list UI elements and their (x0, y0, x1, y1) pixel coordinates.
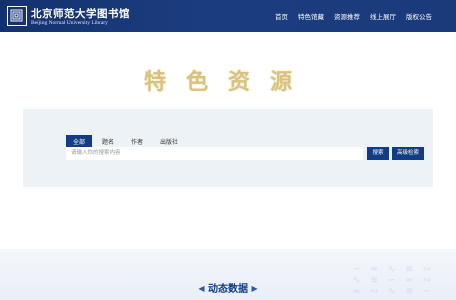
right-decoration-icon: ▶ (251, 284, 258, 293)
left-decoration-icon: ◀ (198, 284, 205, 293)
section-heading: ◀ 动态数据 ▶ (0, 280, 456, 295)
main-nav: 首页 特色馆藏 资源推荐 线上展厅 版权公告 (275, 0, 432, 32)
brand-name-en: Beijing Normal University Library (31, 20, 108, 26)
page-title: 特色资源 (143, 69, 312, 95)
nav-copyright-notice[interactable]: 版权公告 (406, 11, 432, 21)
search-panel: 全部 题名 作者 出版社 请输入你的搜索内容 搜索 高级检索 (23, 109, 433, 187)
nav-special-collections[interactable]: 特色馆藏 (298, 11, 324, 21)
site-header: 北京师范大学图书馆 Beijing Normal University Libr… (0, 0, 456, 32)
advanced-search-button[interactable]: 高级检索 (392, 147, 424, 160)
section-heading-text: 动态数据 (208, 284, 248, 295)
library-logo-icon[interactable] (7, 6, 27, 26)
search-input[interactable]: 请输入你的搜索内容 (66, 147, 363, 160)
nav-home[interactable]: 首页 (275, 11, 288, 21)
search-button[interactable]: 搜索 (367, 147, 389, 160)
brand-name-cn[interactable]: 北京师范大学图书馆 (31, 6, 130, 21)
nav-online-exhibition[interactable]: 线上展厅 (370, 11, 396, 21)
nav-resource-recommendations[interactable]: 资源推荐 (334, 11, 360, 21)
